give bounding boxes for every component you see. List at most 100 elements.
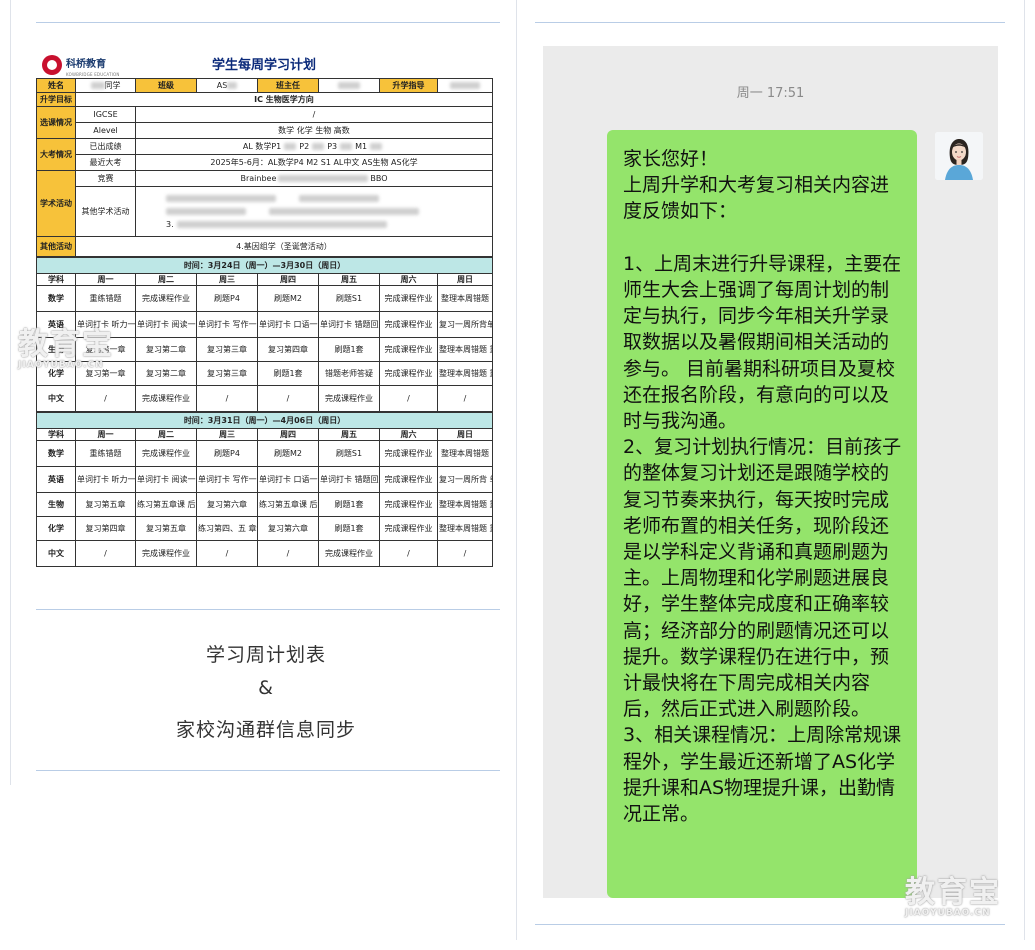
- subject-cell: 数学: [36, 440, 76, 467]
- plan-cell: 单词打卡 错题回顾: [318, 466, 380, 493]
- plan-cell: 完成课程作业: [318, 540, 380, 567]
- header-cell: 周五: [318, 273, 380, 286]
- advisor-label: 升学指导: [379, 78, 438, 93]
- avatar[interactable]: [935, 132, 983, 180]
- other-activity-label: 其他活动: [36, 236, 76, 257]
- sheet-title: 学生每周学习计划: [211, 58, 316, 73]
- plan-cell: /: [75, 385, 136, 412]
- plan-cell: 刷题1套: [318, 337, 380, 362]
- subject-cell: 生物: [36, 492, 76, 517]
- plan-cell: 复习第四章: [75, 516, 136, 541]
- plan-cell: 复习第三章: [196, 361, 258, 386]
- teacher-value: [318, 78, 380, 93]
- plan-cell: 复习第四章: [257, 337, 319, 362]
- header-cell: 周四: [257, 273, 319, 286]
- header-cell: 周一: [75, 428, 136, 441]
- plan-cell: /: [436, 385, 494, 412]
- plan-cell: 刷题S1: [318, 285, 380, 312]
- redacted-teacher: [338, 81, 360, 89]
- name-label: 姓名: [36, 78, 76, 93]
- watermark-left: 教育宝 JIAOYUBAO.CN: [18, 327, 114, 371]
- header-cell: 周日: [436, 428, 494, 441]
- header-cell: 周日: [436, 273, 494, 286]
- exam-done-label: 已出成绩: [75, 138, 136, 155]
- plan-cell: /: [379, 540, 438, 567]
- alevel-value: 数学 化学 生物 高数: [135, 122, 493, 139]
- plan-cell: 单词打卡 口语一套: [257, 311, 319, 338]
- center-divider: [516, 0, 517, 940]
- course-label: 选课情况: [36, 106, 76, 139]
- plan-cell: 完成课程作业: [379, 361, 438, 386]
- plan-cell: /: [379, 385, 438, 412]
- plan-cell: 单词打卡 写作一套: [196, 466, 258, 493]
- plan-cell: 复习一周所背 单词: [436, 466, 494, 493]
- plan-cell: 复习第五章: [75, 492, 136, 517]
- plan-cell: 刷题1套: [318, 492, 380, 517]
- subject-cell: 中文: [36, 385, 76, 412]
- plan-cell: 练习第五章课 后习题: [135, 492, 197, 517]
- chat-timestamp: 周一 17:51: [736, 86, 805, 101]
- plan-cell: 单词打卡 阅读一套: [135, 311, 197, 338]
- table-row: 数学 重练错题 完成课程作业 刷题P4 刷题M2 刷题S1 完成课程作业 整理本…: [36, 285, 494, 312]
- plan-cell: 刷题M2: [257, 440, 319, 467]
- goal-label: 升学目标: [36, 92, 76, 107]
- table-row: 化学 复习第四章 复习第五章 练习第四、五 章课后习题 复习第六章 刷题1套 完…: [36, 516, 494, 541]
- exam-label: 大考情况: [36, 138, 76, 171]
- header-cell: 周五: [318, 428, 380, 441]
- plan-cell: 复习第六章: [257, 516, 319, 541]
- week-1-title: 时间：3月24日（周一）—3月30日（周日）: [35, 257, 494, 274]
- right-bottom-rule: [535, 924, 1005, 925]
- igcse-value: /: [135, 106, 493, 123]
- header-cell: 周二: [135, 428, 197, 441]
- plan-cell: 单词打卡 阅读一套: [135, 466, 197, 493]
- header-cell: 学科: [36, 273, 76, 286]
- plan-cell: 复习第六章: [196, 492, 258, 517]
- plan-cell: 完成课程作业: [135, 440, 197, 467]
- goal-value: IC 生物医学方向: [75, 92, 493, 107]
- table-row: 中文 / 完成课程作业 / / 完成课程作业 / /: [36, 385, 494, 412]
- week-2-title: 时间：3月31日（周一）—4月06日（周日）: [35, 412, 494, 429]
- message-bubble: 家长您好！ 上周升学和大考复习相关内容进度反馈如下： 1、上周末进行升导课程，主…: [607, 130, 917, 898]
- plan-cell: /: [196, 540, 258, 567]
- student-info-table: 姓名 同学 班级 AS 班主任 升学指导 升学目标 IC 生物医学方向 选课情况…: [36, 78, 493, 257]
- subject-cell: 中文: [36, 540, 76, 567]
- plan-cell: 完成课程作业: [379, 492, 438, 517]
- left-bottom-rule: [36, 770, 500, 771]
- name-value: 同学: [75, 78, 136, 93]
- competition-value: Brainbee BBO: [135, 170, 493, 187]
- class-label: 班级: [135, 78, 197, 93]
- plan-cell: 完成课程作业: [318, 385, 380, 412]
- plan-cell: 单词打卡 错题回顾: [318, 311, 380, 338]
- table-row: 中文 / 完成课程作业 / / 完成课程作业 / /: [36, 540, 494, 567]
- plan-cell: 整理本周错题 重练: [436, 492, 494, 517]
- teacher-label: 班主任: [257, 78, 319, 93]
- plan-cell: 复习第三章: [196, 337, 258, 362]
- weekly-study-plan: 科桥教育 KOWBRIDGE EDUCATION 学生每周学习计划 姓名 同学 …: [35, 48, 494, 567]
- caption-line-1: 学习周计划表: [205, 644, 326, 666]
- plan-cell: 整理本周错题: [436, 285, 494, 312]
- week-2-plan: 时间：3月31日（周一）—4月06日（周日） 学科 周一 周二 周三 周四 周五…: [35, 412, 494, 567]
- plan-cell: 完成课程作业: [135, 540, 197, 567]
- plan-cell: 完成课程作业: [135, 285, 197, 312]
- left-top-rule: [36, 22, 500, 23]
- left-panel-border: [10, 0, 11, 785]
- header-cell: 周一: [75, 273, 136, 286]
- header-cell: 周三: [196, 273, 258, 286]
- plan-cell: 单词打卡 听力一套: [75, 466, 136, 493]
- exam-done-value: AL 数学P1 P2 P3 M1: [135, 138, 493, 155]
- table-row: 生物 复习第五章 练习第五章课 后习题 复习第六章 练习第五章课 后习题 刷题1…: [36, 492, 494, 517]
- class-value: AS: [196, 78, 258, 93]
- plan-cell: 整理本周错题 重练: [436, 361, 494, 386]
- other-activity-value: 4.基因组学（圣诞营活动）: [75, 236, 493, 257]
- caption-line-3: 家校沟通群信息同步: [175, 719, 356, 741]
- left-sheet-rule: [36, 609, 500, 610]
- plan-cell: 完成课程作业: [379, 311, 438, 338]
- subject-cell: 化学: [36, 516, 76, 541]
- alevel-label: Alevel: [75, 122, 136, 139]
- plan-cell: 重练错题: [75, 285, 136, 312]
- table-row: 英语 单词打卡 听力一套 单词打卡 阅读一套 单词打卡 写作一套 单词打卡 口语…: [36, 466, 494, 493]
- exam-recent-value: 2025年5-6月：AL数学P4 M2 S1 AL中文 AS生物 AS化学: [135, 154, 493, 171]
- plan-cell: /: [75, 540, 136, 567]
- plan-cell: 完成课程作业: [379, 466, 438, 493]
- competition-label: 竞赛: [75, 170, 136, 187]
